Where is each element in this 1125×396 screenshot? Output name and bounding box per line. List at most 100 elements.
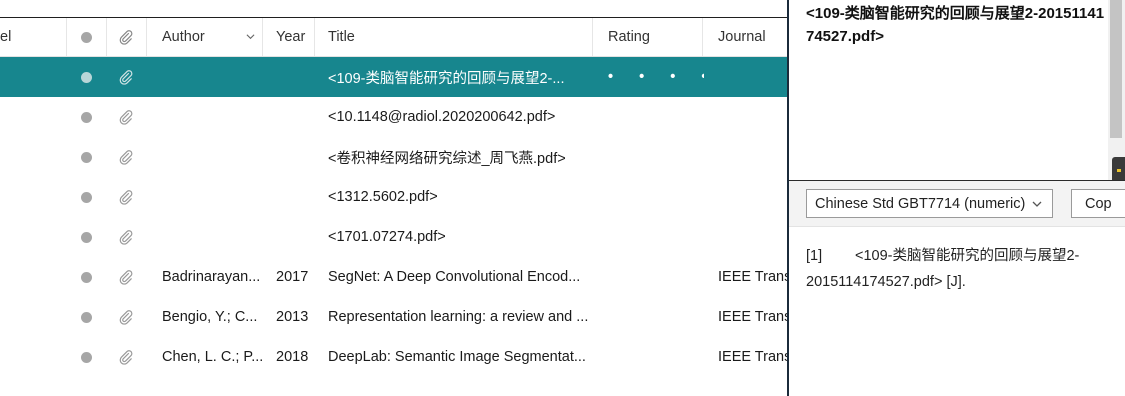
title-cell: <1701.07274.pdf> [328,229,446,245]
table-row[interactable]: Chen, L. C.; P... 2018 DeepLab: Semantic… [0,337,787,377]
column-separator[interactable] [146,18,147,56]
title-cell: <卷积神经网络研究综述_周飞燕.pdf> [328,150,566,167]
chevron-down-icon[interactable] [246,32,255,41]
rating-cell[interactable] [608,137,704,177]
read-status-cell[interactable] [66,297,106,337]
attachment-cell[interactable] [106,97,146,137]
column-header-year-text: Year [276,29,306,45]
read-status-cell[interactable] [66,97,106,137]
dot-icon [80,151,92,163]
column-separator[interactable] [262,18,263,56]
table-row[interactable]: Bengio, Y.; C... 2013 Representation lea… [0,297,787,337]
citation-style-value: Chinese Std GBT7714 (numeric) [815,195,1026,212]
dot-icon [80,31,92,43]
title-cell: SegNet: A Deep Convolutional Encod... [328,269,581,285]
title-cell: DeepLab: Semantic Image Segmentat... [328,349,586,365]
rating-cell[interactable]: • • • • • [608,57,704,97]
attachment-cell[interactable] [106,177,146,217]
journal-cell [718,177,787,217]
column-header-rating[interactable]: Rating [608,18,704,56]
read-status-cell[interactable] [66,337,106,377]
title-cell: Representation learning: a review and ..… [328,309,589,325]
paperclip-icon [119,270,133,285]
handle-grip-icon [1117,169,1121,172]
column-header-title[interactable]: Title [328,18,590,56]
paperclip-icon [119,190,133,205]
journal-cell [718,57,787,97]
read-status-cell[interactable] [66,257,106,297]
rating-cell[interactable] [608,297,704,337]
paperclip-icon [119,150,133,165]
column-header-label[interactable]: el [0,18,66,56]
attachment-cell[interactable] [106,137,146,177]
column-header-journal-text: Journal [718,29,766,45]
year-cell [276,57,320,97]
column-separator[interactable] [314,18,315,56]
column-header-label-text: el [0,29,12,45]
scrollbar-thumb[interactable] [1110,0,1122,138]
rating-cell[interactable] [608,257,704,297]
table-row[interactable]: <1312.5602.pdf> [0,177,787,217]
author-cell [162,217,262,257]
rating-cell[interactable] [608,97,704,137]
author-cell: Chen, L. C.; P... [162,349,262,365]
column-header-rating-text: Rating [608,29,650,45]
author-cell [162,57,262,97]
author-cell: Bengio, Y.; C... [162,309,258,325]
read-status-cell[interactable] [66,177,106,217]
column-header-read-status[interactable] [66,18,106,56]
journal-cell: IEEE Trans [718,309,787,325]
chevron-down-icon [1032,201,1042,207]
year-cell [276,97,320,137]
attachment-cell[interactable] [106,257,146,297]
table-header: el Author Year Title Rating Journal [0,18,787,57]
attachment-cell[interactable] [106,297,146,337]
year-cell: 2017 [276,269,309,285]
citation-toolbar: Chinese Std GBT7714 (numeric) Cop [789,181,1125,227]
citation-number: [1] [806,248,823,264]
journal-cell [718,217,787,257]
column-separator[interactable] [592,18,593,56]
item-pane: <109-类脑智能研究的回顾与展望2-2015114174527.pdf> Ch… [789,0,1125,396]
journal-cell [718,97,787,137]
read-status-cell[interactable] [66,137,106,177]
journal-cell: IEEE Trans [718,269,787,285]
table-row[interactable]: <10.1148@radiol.2020200642.pdf> [0,97,787,137]
paperclip-icon [119,70,133,85]
column-header-attachment[interactable] [106,18,146,56]
column-header-journal[interactable]: Journal [718,18,787,56]
read-status-cell[interactable] [66,57,106,97]
preview-title: <109-类脑智能研究的回顾与展望2-2015114174527.pdf> [806,5,1105,45]
author-cell [162,97,262,137]
citation-style-select[interactable]: Chinese Std GBT7714 (numeric) [806,189,1053,218]
year-cell [276,137,320,177]
title-cell: <1312.5602.pdf> [328,189,438,205]
attachment-cell[interactable] [106,217,146,257]
year-cell: 2018 [276,349,309,365]
citation-text: [1] <109-类脑智能研究的回顾与展望2-2015114174527.pdf>… [806,243,1106,295]
dot-icon [80,271,92,283]
column-separator[interactable] [702,18,703,56]
table-row[interactable]: <1701.07274.pdf> [0,217,787,257]
dot-icon [80,311,92,323]
read-status-cell[interactable] [66,217,106,257]
item-table: el Author Year Title Rating Journal <109… [0,0,787,396]
attachment-cell[interactable] [106,337,146,377]
copy-button[interactable]: Cop [1071,189,1125,218]
paperclip-icon [119,30,133,45]
rating-cell[interactable] [608,337,704,377]
rating-cell[interactable] [608,177,704,217]
dot-icon [80,231,92,243]
table-row-selected[interactable]: <109-类脑智能研究的回顾与展望2-... • • • • • [0,57,787,97]
paperclip-icon [119,310,133,325]
dot-icon [80,191,92,203]
table-row[interactable]: Badrinarayan... 2017 SegNet: A Deep Conv… [0,257,787,297]
dot-icon [80,111,92,123]
rating-cell[interactable] [608,217,704,257]
paperclip-icon [119,350,133,365]
column-header-title-text: Title [328,29,355,45]
attachment-cell[interactable] [106,57,146,97]
table-row[interactable]: <卷积神经网络研究综述_周飞燕.pdf> [0,137,787,177]
author-cell: Badrinarayan... [162,269,261,285]
title-cell: <10.1148@radiol.2020200642.pdf> [328,109,556,125]
